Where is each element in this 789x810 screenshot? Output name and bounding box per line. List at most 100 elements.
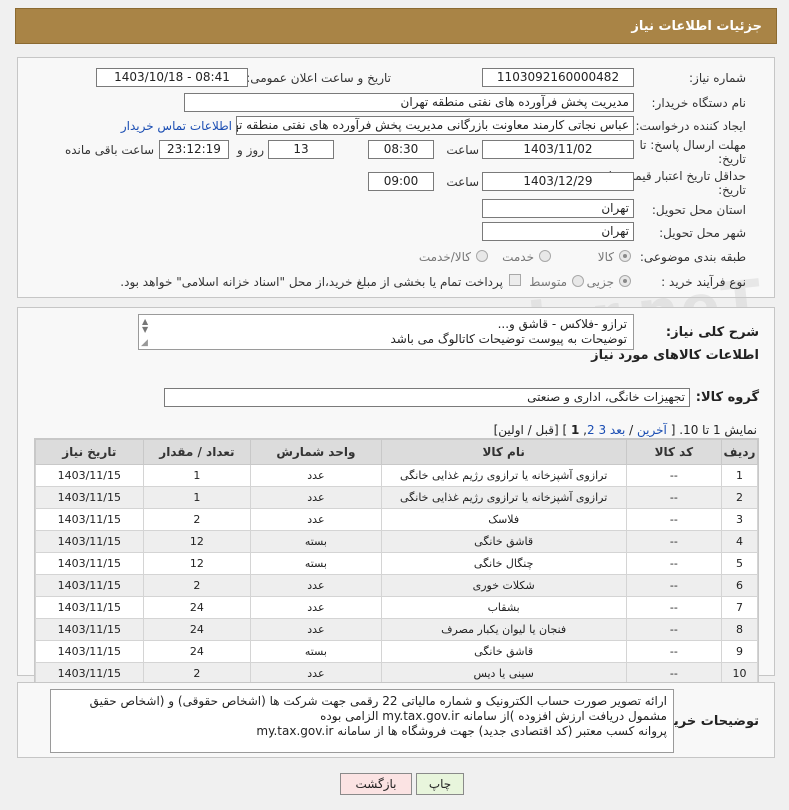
cell-unit: بسته bbox=[250, 640, 382, 663]
deadline-date-field[interactable]: 1403/11/02 bbox=[482, 140, 634, 159]
col-qty: تعداد / مقدار bbox=[142, 439, 252, 465]
pagination: نمایش 1 تا 10. [ آخرین / بعد 3 2, 1 ] [ق… bbox=[493, 423, 757, 437]
cell-row-number: 5 bbox=[720, 552, 759, 575]
province-label: استان محل تحویل: bbox=[651, 203, 746, 217]
payment-note: پرداخت تمام یا بخشی از مبلغ خرید،از محل … bbox=[120, 275, 503, 289]
cell-qty: 2 bbox=[142, 574, 252, 597]
cell-unit: عدد bbox=[250, 596, 382, 619]
pagination-prev-first: [قبل / اولین] bbox=[493, 423, 559, 437]
pagination-last-link[interactable]: آخرین bbox=[637, 423, 667, 437]
cell-code: -- bbox=[625, 552, 722, 575]
treasury-checkbox[interactable] bbox=[509, 274, 521, 286]
process-option-medium: متوسط bbox=[529, 275, 567, 289]
cell-code: -- bbox=[625, 486, 722, 509]
pagination-page-2[interactable]: 2 bbox=[587, 423, 595, 437]
goods-panel: شرح کلی نیاز: ترازو -فلاکس - قاشق و... ت… bbox=[17, 307, 775, 686]
cell-name: ترازوی آشپزخانه یا ترازوی رژیم غذایی خان… bbox=[380, 486, 627, 509]
cell-qty: 24 bbox=[142, 618, 252, 641]
cell-code: -- bbox=[625, 530, 722, 553]
table-row[interactable]: 7 -- بشقاب عدد 24 1403/11/15 bbox=[35, 596, 759, 619]
goods-group-field[interactable]: تجهیزات خانگی، اداری و صنعتی bbox=[164, 388, 690, 407]
cell-code: -- bbox=[625, 508, 722, 531]
goods-section-title: اطلاعات کالاهای مورد نیاز bbox=[591, 348, 759, 363]
cell-row-number: 3 bbox=[720, 508, 759, 531]
process-radio-minor[interactable] bbox=[619, 275, 631, 287]
cell-name: قاشق خانگی bbox=[380, 530, 627, 553]
scroll-down-icon[interactable]: ▼ bbox=[142, 325, 148, 334]
pagination-next-link[interactable]: بعد bbox=[610, 423, 625, 437]
category-option-goods: کالا bbox=[597, 250, 614, 264]
col-unit: واحد شمارش bbox=[250, 439, 382, 465]
validity-label-2: تاریخ: bbox=[718, 183, 746, 197]
cell-date: 1403/11/15 bbox=[35, 596, 144, 619]
cell-row-number: 1 bbox=[720, 464, 759, 487]
buyer-notes-textarea[interactable]: ارائه تصویر صورت حساب الکترونیک و شماره … bbox=[50, 689, 674, 753]
announce-field[interactable]: 1403/10/18 - 08:41 bbox=[96, 68, 248, 87]
city-field[interactable]: تهران bbox=[482, 222, 634, 241]
validity-time-field[interactable]: 09:00 bbox=[368, 172, 434, 191]
print-button[interactable]: چاپ bbox=[416, 773, 464, 795]
back-button[interactable]: بازگشت bbox=[340, 773, 412, 795]
description-label: شرح کلی نیاز: bbox=[665, 325, 759, 340]
cell-qty: 24 bbox=[142, 640, 252, 663]
cell-date: 1403/11/15 bbox=[35, 574, 144, 597]
cell-date: 1403/11/15 bbox=[35, 530, 144, 553]
creator-field[interactable]: عباس نجاتی کارمند معاونت بازرگانی مدیریت… bbox=[236, 116, 634, 135]
table-row[interactable]: 1 -- ترازوی آشپزخانه یا ترازوی رژیم غذایی … bbox=[35, 464, 759, 487]
remaining-time-field[interactable]: 23:12:19 bbox=[159, 140, 229, 159]
col-date: تاریخ نیاز bbox=[35, 439, 144, 465]
goods-table-wrapper: ردیف کد کالا نام کالا واحد شمارش تعداد /… bbox=[34, 438, 759, 686]
need-number-label: شماره نیاز: bbox=[689, 71, 746, 85]
page-title: جزئیات اطلاعات نیاز bbox=[631, 18, 762, 34]
cell-row-number: 8 bbox=[720, 618, 759, 641]
cell-unit: بسته bbox=[250, 530, 382, 553]
category-radio-goods-service[interactable] bbox=[476, 250, 488, 262]
need-number-field[interactable]: 1103092160000482 bbox=[482, 68, 634, 87]
cell-name: ترازوی آشپزخانه یا ترازوی رژیم غذایی خان… bbox=[380, 464, 627, 487]
remaining-label: ساعت باقی مانده bbox=[64, 143, 154, 157]
table-row[interactable]: 9 -- قاشق خانگی بسته 24 1403/11/15 bbox=[35, 640, 759, 663]
cell-name: چنگال خانگی bbox=[380, 552, 627, 575]
col-row: ردیف bbox=[720, 439, 759, 465]
pagination-page-3[interactable]: 3 bbox=[598, 423, 606, 437]
buyer-org-field[interactable]: مدیریت پخش فرآورده های نفتی منطقه تهران bbox=[184, 93, 634, 112]
description-textarea[interactable]: ترازو -فلاکس - قاشق و... توضیحات به پیوس… bbox=[138, 314, 634, 350]
goods-table-body: 1 -- ترازوی آشپزخانه یا ترازوی رژیم غذایی … bbox=[35, 464, 759, 685]
cell-qty: 1 bbox=[142, 464, 252, 487]
category-option-goods-service: کالا/خدمت bbox=[418, 250, 471, 264]
table-row[interactable]: 3 -- فلاسک عدد 2 1403/11/15 bbox=[35, 508, 759, 531]
cell-name: بشقاب bbox=[380, 596, 627, 619]
col-name: نام کالا bbox=[380, 439, 627, 465]
category-radio-goods[interactable] bbox=[619, 250, 631, 262]
days-remaining-field[interactable]: 13 bbox=[268, 140, 334, 159]
table-row[interactable]: 4 -- قاشق خانگی بسته 12 1403/11/15 bbox=[35, 530, 759, 553]
cell-code: -- bbox=[625, 596, 722, 619]
buyer-notes-panel: توضیحات خریدار: ارائه تصویر صورت حساب ال… bbox=[17, 682, 775, 758]
buyer-notes-line-3: پروانه کسب معتبر (کد اقتصادی جدید) جهت ف… bbox=[256, 724, 667, 738]
cell-row-number: 7 bbox=[720, 596, 759, 619]
cell-qty: 24 bbox=[142, 596, 252, 619]
cell-date: 1403/11/15 bbox=[35, 552, 144, 575]
cell-qty: 2 bbox=[142, 508, 252, 531]
table-row[interactable]: 2 -- ترازوی آشپزخانه یا ترازوی رژیم غذایی … bbox=[35, 486, 759, 509]
cell-date: 1403/11/15 bbox=[35, 508, 144, 531]
need-info-panel: AriaTender.neT شماره نیاز: 1103092160000… bbox=[17, 57, 775, 388]
cell-name: فنجان یا لیوان یکبار مصرف bbox=[380, 618, 627, 641]
table-row[interactable]: 6 -- شکلات خوری عدد 2 1403/11/15 bbox=[35, 574, 759, 597]
resize-handle-icon[interactable]: ◢ bbox=[141, 338, 148, 348]
contact-info-link[interactable]: اطلاعات تماس خریدار bbox=[121, 119, 232, 133]
description-line-1: ترازو -فلاکس - قاشق و... bbox=[497, 317, 627, 331]
cell-date: 1403/11/15 bbox=[35, 618, 144, 641]
page-header: جزئیات اطلاعات نیاز bbox=[15, 8, 777, 44]
category-option-service: خدمت bbox=[502, 250, 534, 264]
table-row[interactable]: 8 -- فنجان یا لیوان یکبار مصرف عدد 24 1403/11… bbox=[35, 618, 759, 641]
category-radio-service[interactable] bbox=[539, 250, 551, 262]
deadline-time-field[interactable]: 08:30 bbox=[368, 140, 434, 159]
province-field[interactable]: تهران bbox=[482, 199, 634, 218]
pagination-page-1: 1 bbox=[570, 423, 580, 437]
deadline-label-2: تاریخ: bbox=[718, 152, 746, 166]
table-row[interactable]: 5 -- چنگال خانگی بسته 12 1403/11/15 bbox=[35, 552, 759, 575]
validity-date-field[interactable]: 1403/12/29 bbox=[482, 172, 634, 191]
process-radio-medium[interactable] bbox=[572, 275, 584, 287]
validity-time-label: ساعت bbox=[446, 175, 479, 189]
